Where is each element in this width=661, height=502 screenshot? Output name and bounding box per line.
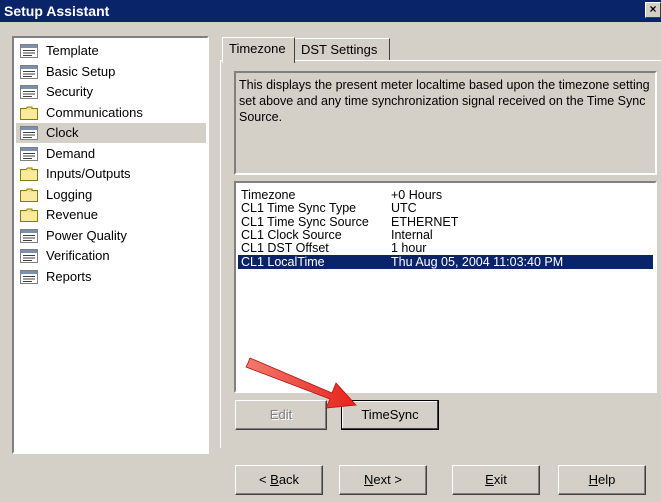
sidebar-item-basic-setup[interactable]: Basic Setup <box>16 62 206 82</box>
list-item[interactable]: Timezone +0 Hours <box>238 188 653 202</box>
next-button[interactable]: Next > <box>339 465 427 495</box>
sidebar-item-label: Inputs/Outputs <box>46 166 131 181</box>
sidebar-item-label: Demand <box>46 145 96 161</box>
folder-icon <box>20 106 38 120</box>
sidebar-item-reports[interactable]: Reports <box>16 267 206 287</box>
sidebar-item-security[interactable]: Security <box>16 82 206 102</box>
sidebar-item-label: Logging <box>46 186 93 202</box>
title-bar[interactable]: Setup Assistant × <box>0 0 661 22</box>
description-text: This displays the present meter localtim… <box>239 78 650 124</box>
sidebar-item-logging[interactable]: Logging <box>16 185 206 205</box>
document-icon <box>20 146 38 161</box>
setting-value: +0 Hours <box>391 188 443 202</box>
tab-timezone-label: Timezone <box>229 41 286 56</box>
sidebar-item-label: Verification <box>46 248 110 263</box>
folder-icon <box>20 188 38 202</box>
sidebar-item-label: Communications <box>46 104 143 120</box>
setting-name: CL1 Time Sync Source <box>241 214 369 229</box>
close-icon: × <box>649 2 657 16</box>
sidebar-item-communications[interactable]: Communications <box>16 103 206 123</box>
sidebar-item-revenue[interactable]: Revenue <box>16 205 206 225</box>
sidebar-item-label: Template <box>46 43 99 58</box>
document-icon <box>20 228 38 243</box>
tab-timezone[interactable]: Timezone <box>222 37 295 63</box>
document-icon <box>20 269 38 284</box>
sidebar-item-demand[interactable]: Demand <box>16 144 206 164</box>
list-item[interactable]: CL1 Time Sync Source ETHERNET <box>238 215 653 229</box>
help-mnemonic: H <box>588 472 599 487</box>
sidebar-item-inputs-outputs[interactable]: Inputs/Outputs <box>16 164 206 184</box>
setting-value: UTC <box>391 201 417 216</box>
setting-name: CL1 Clock Source <box>241 227 342 242</box>
back-prefix: < <box>258 472 271 487</box>
sidebar-item-label: Clock <box>46 125 79 140</box>
sidebar-item-template[interactable]: Template <box>16 41 206 61</box>
setting-name: CL1 LocalTime <box>241 254 325 269</box>
document-icon <box>20 44 38 58</box>
exit-mnemonic: E <box>485 472 494 487</box>
back-mnemonic: B <box>270 472 279 487</box>
sidebar-item-label: Security <box>46 84 93 99</box>
setup-tree[interactable]: Template Basic Setup Security Communication… <box>12 36 209 454</box>
exit-button[interactable]: Exit <box>452 465 540 495</box>
sidebar-item-label: Reports <box>46 268 92 284</box>
list-item[interactable]: CL1 DST Offset 1 hour <box>238 241 653 255</box>
setup-assistant-window: Setup Assistant × Template Basic Setup Sec… <box>0 0 661 502</box>
setting-name: CL1 DST Offset <box>241 241 329 256</box>
list-item[interactable]: CL1 Clock Source Internal <box>238 228 653 242</box>
setting-value: Thu Aug 05, 2004 11:03:40 PM <box>391 254 564 269</box>
folder-icon <box>20 167 38 181</box>
sidebar-item-clock[interactable]: Clock <box>16 123 206 143</box>
timesync-button-label: TimeSync <box>361 407 419 422</box>
list-item[interactable]: CL1 Time Sync Type UTC <box>238 201 653 215</box>
setting-name: Timezone <box>241 188 296 202</box>
red-arrow-icon <box>245 357 357 409</box>
back-label: ack <box>278 472 300 487</box>
document-icon <box>20 126 38 140</box>
sidebar-item-label: Revenue <box>46 207 99 222</box>
next-label: ext > <box>373 472 402 487</box>
folder-icon <box>20 208 38 222</box>
help-label: elp <box>598 472 616 487</box>
setting-value: Internal <box>391 227 433 242</box>
setting-value: 1 hour <box>391 241 427 256</box>
document-icon <box>20 249 38 263</box>
next-mnemonic: N <box>364 472 374 487</box>
description-box: This displays the present meter localtim… <box>234 71 657 175</box>
setting-value: ETHERNET <box>391 214 459 229</box>
setting-name: CL1 Time Sync Type <box>241 201 357 216</box>
tab-dst-settings-label: DST Settings <box>301 42 378 57</box>
tab-dst-settings[interactable]: DST Settings <box>294 38 390 61</box>
list-item[interactable]: CL1 LocalTime Thu Aug 05, 2004 11:03:40 P… <box>238 254 653 269</box>
exit-label: xit <box>493 472 507 487</box>
sidebar-item-verification[interactable]: Verification <box>16 246 206 266</box>
sidebar-item-power-quality[interactable]: Power Quality <box>16 226 206 246</box>
sidebar-item-label: Basic Setup <box>46 63 116 79</box>
window-title: Setup Assistant <box>4 3 110 19</box>
document-icon <box>20 64 38 79</box>
back-button[interactable]: < Back <box>235 465 323 495</box>
sidebar-item-label: Power Quality <box>46 227 127 243</box>
document-icon <box>20 85 38 99</box>
close-button[interactable]: × <box>645 2 661 18</box>
help-button[interactable]: Help <box>558 465 646 495</box>
